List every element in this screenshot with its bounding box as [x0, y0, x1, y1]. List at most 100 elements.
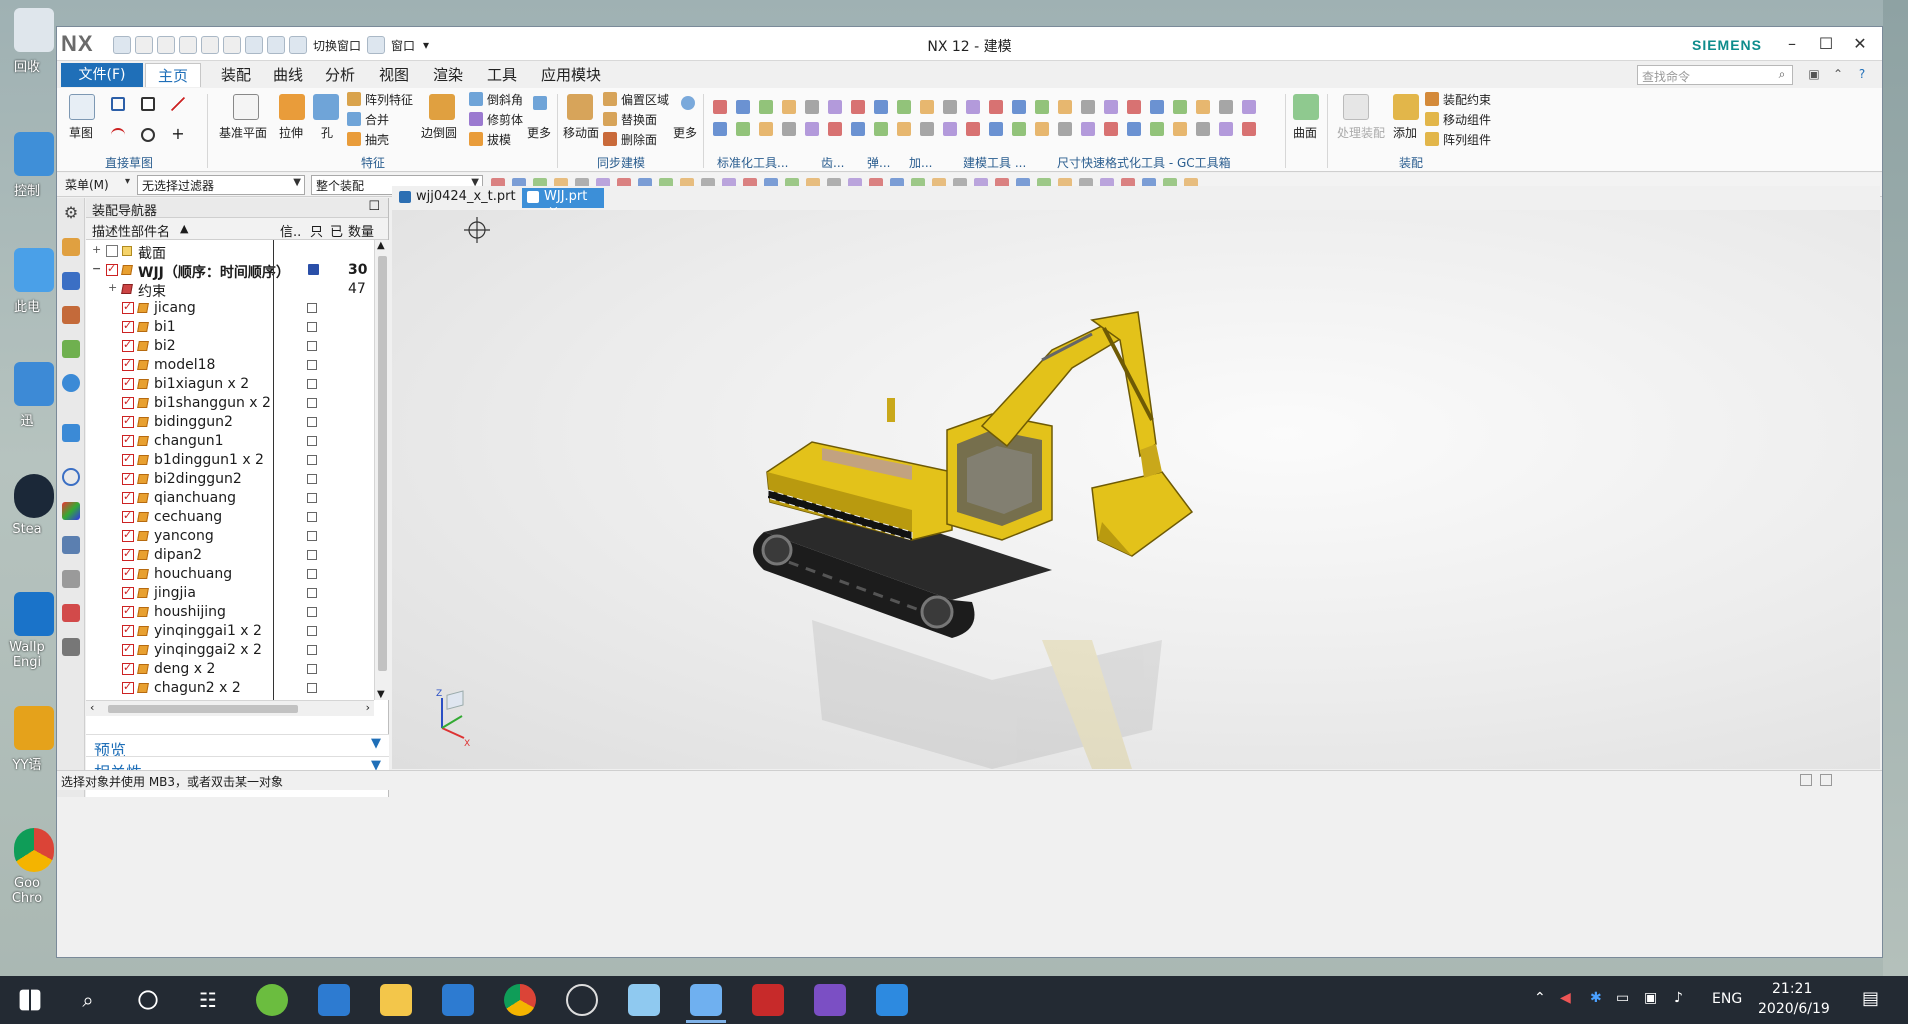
copy-icon[interactable]	[201, 36, 219, 54]
menu-button[interactable]: 菜单(M) ▾	[61, 175, 133, 195]
point-icon[interactable]: +	[171, 126, 185, 142]
tree-row[interactable]: − WJJ（顺序：时间顺序） 30	[86, 261, 374, 281]
tool-icon[interactable]	[1150, 122, 1164, 136]
tree-row[interactable]: houchuang	[86, 565, 374, 584]
visibility-checkbox[interactable]	[122, 528, 134, 542]
tree-row[interactable]: yinqinggai1 x 2	[86, 622, 374, 641]
maximize-button[interactable]: ☐	[1812, 31, 1840, 57]
tab-wjj[interactable]: WJJ.prt ×	[522, 188, 604, 219]
status-icon[interactable]	[1800, 774, 1812, 786]
history-icon[interactable]	[62, 468, 80, 486]
draft-label[interactable]: 拔模	[487, 131, 511, 148]
readonly-checkbox[interactable]	[307, 683, 317, 693]
tool-icon[interactable]	[874, 100, 888, 114]
search-icon[interactable]: ⌕	[1773, 67, 1791, 83]
store-icon[interactable]	[442, 984, 474, 1016]
switch-window-label[interactable]: 切换窗口	[311, 37, 363, 54]
tool-icon[interactable]	[782, 122, 796, 136]
part-navigator-icon[interactable]	[62, 306, 80, 324]
tool-icon[interactable]	[805, 100, 819, 114]
readonly-checkbox[interactable]	[307, 417, 317, 427]
tab-wjj0424[interactable]: wjj0424_x_t.prt	[394, 188, 518, 208]
ribbon-options-icon[interactable]: ▣	[1805, 67, 1823, 83]
replace-face-icon[interactable]	[603, 112, 617, 126]
tool-icon[interactable]	[851, 100, 865, 114]
tool-icon[interactable]	[897, 122, 911, 136]
visibility-checkbox[interactable]	[122, 300, 134, 314]
type-filter-select[interactable]: 无选择过滤器 ▼	[137, 175, 305, 195]
column-modified[interactable]: 已	[330, 221, 343, 240]
xunlei-icon[interactable]	[14, 362, 54, 406]
collapse-ribbon-icon[interactable]: ⌃	[1829, 67, 1847, 83]
tool-icon[interactable]	[989, 122, 1003, 136]
task-view-icon[interactable]: ☷	[192, 984, 224, 1016]
tab-render[interactable]: 渲染	[427, 63, 469, 87]
vertical-scrollbar[interactable]: ▲ ▼	[374, 240, 389, 700]
readonly-checkbox[interactable]	[307, 341, 317, 351]
draft-icon[interactable]	[469, 132, 483, 146]
replace-face-label[interactable]: 替换面	[621, 111, 657, 128]
tool-icon[interactable]	[851, 122, 865, 136]
window-icon[interactable]	[367, 36, 386, 54]
add-component-icon[interactable]	[1393, 94, 1419, 120]
tree-row[interactable]: jicang	[86, 299, 374, 318]
tree-row[interactable]: + 约束 47	[86, 280, 374, 300]
readonly-checkbox[interactable]	[307, 626, 317, 636]
visibility-checkbox[interactable]	[122, 319, 134, 333]
tool-icon[interactable]	[1035, 100, 1049, 114]
recycle-bin-icon[interactable]	[14, 8, 54, 52]
trim-body-label[interactable]: 修剪体	[487, 111, 523, 128]
tree-row[interactable]: qianchuang	[86, 489, 374, 508]
edge-blend-label[interactable]: 边倒圆	[421, 124, 457, 141]
sketch-icon[interactable]	[69, 94, 95, 120]
tool-icon[interactable]	[943, 100, 957, 114]
datum-plane-icon[interactable]	[233, 94, 259, 120]
tree-row[interactable]: model18	[86, 356, 374, 375]
column-name[interactable]: 描述性部件名	[92, 221, 170, 240]
tree-row[interactable]: bi1xiagun x 2	[86, 375, 374, 394]
tool-icon[interactable]	[1035, 122, 1049, 136]
readonly-checkbox[interactable]	[307, 512, 317, 522]
extrude-icon[interactable]	[279, 94, 305, 120]
cortana-icon[interactable]	[138, 990, 158, 1010]
clock-time[interactable]: 21:21	[1772, 981, 1812, 997]
visibility-checkbox[interactable]	[122, 585, 134, 599]
mail-icon[interactable]	[318, 984, 350, 1016]
readonly-checkbox[interactable]	[307, 569, 317, 579]
tree-row[interactable]: houshijing	[86, 603, 374, 622]
tool-icon[interactable]	[966, 122, 980, 136]
tree-row[interactable]: dipan2	[86, 546, 374, 565]
readonly-checkbox[interactable]	[307, 474, 317, 484]
tool-icon[interactable]	[805, 122, 819, 136]
clock-date[interactable]: 2020/6/19	[1758, 1001, 1830, 1017]
tree-row[interactable]: b1dinggun1 x 2	[86, 451, 374, 470]
tab-application[interactable]: 应用模块	[535, 63, 607, 87]
readonly-checkbox[interactable]	[307, 455, 317, 465]
file-explorer-icon[interactable]	[380, 984, 412, 1016]
surface-label[interactable]: 曲面	[1293, 124, 1317, 141]
hscroll-thumb[interactable]	[108, 705, 298, 713]
tool-icon[interactable]	[713, 100, 727, 114]
nx-taskbar-icon[interactable]	[690, 984, 722, 1016]
visibility-checkbox[interactable]	[122, 509, 134, 523]
more-sync-icon[interactable]	[681, 96, 695, 110]
tool-icon[interactable]	[1242, 100, 1256, 114]
visibility-checkbox[interactable]	[122, 471, 134, 485]
visibility-checkbox[interactable]	[122, 338, 134, 352]
undo-process-label[interactable]: 处理装配	[1337, 124, 1385, 141]
tool-icon[interactable]	[1058, 100, 1072, 114]
visibility-checkbox[interactable]	[122, 680, 134, 694]
scroll-thumb[interactable]	[378, 256, 387, 671]
tray-chevron-icon[interactable]: ⌃	[1534, 990, 1546, 1006]
window-menu-label[interactable]: 窗口	[389, 37, 417, 54]
tab-analysis[interactable]: 分析	[319, 63, 361, 87]
surface-icon[interactable]	[1293, 94, 1319, 120]
control-panel-icon[interactable]	[14, 132, 54, 176]
expand-plus-icon[interactable]: +	[108, 281, 117, 294]
tool-icon[interactable]	[1012, 100, 1026, 114]
status-icon[interactable]	[1820, 774, 1832, 786]
delete-face-label[interactable]: 删除面	[621, 131, 657, 148]
arc-icon[interactable]	[111, 128, 125, 142]
tool-icon[interactable]	[943, 122, 957, 136]
steam-icon[interactable]	[14, 474, 54, 518]
